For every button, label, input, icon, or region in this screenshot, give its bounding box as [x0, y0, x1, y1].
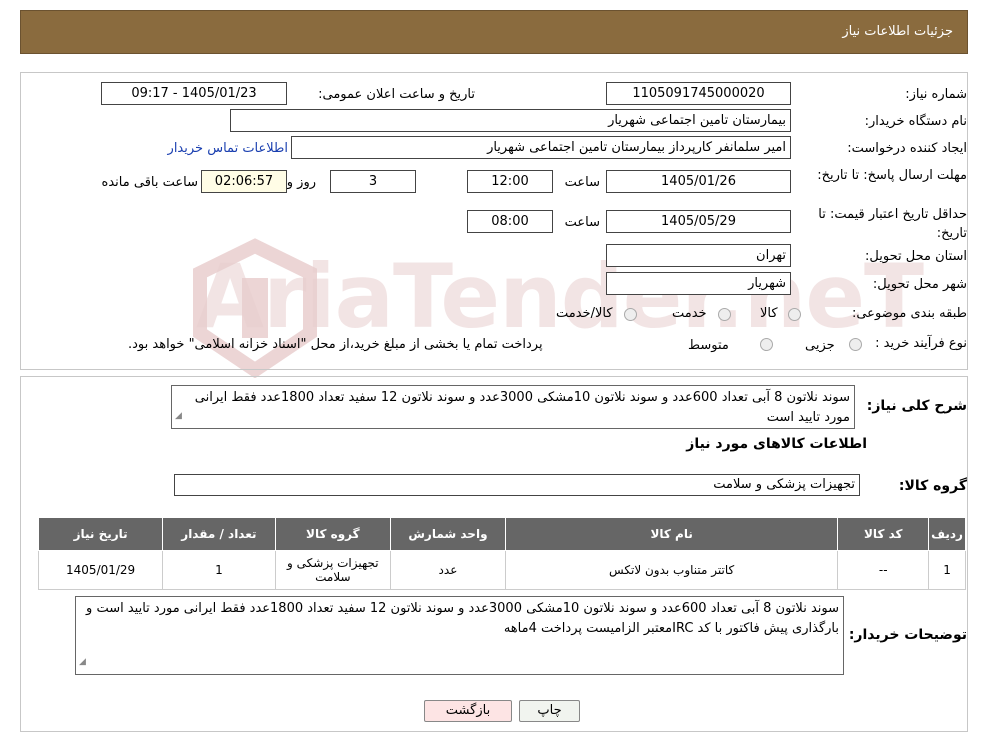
goods-section-title: اطلاعات کالاهای مورد نیاز	[686, 436, 867, 452]
cell-code: --	[837, 550, 930, 590]
need-number-field: 1105091745000020	[606, 82, 791, 105]
buyer-org-label: نام دستگاه خریدار:	[864, 114, 967, 129]
remaining-time-field: 02:06:57	[201, 170, 287, 193]
deadline-time-label: ساعت	[564, 175, 600, 190]
table-header-row: ردیف کد کالا نام کالا واحد شمارش گروه کا…	[37, 517, 966, 551]
cell-date: 1405/01/29	[37, 550, 164, 590]
table-row: 1 -- کاتتر متناوب بدون لاتکس عدد تجهیزات…	[37, 550, 966, 590]
contact-buyer-link[interactable]: اطلاعات تماس خریدار	[168, 141, 288, 156]
category-option-goods: کالا	[760, 306, 778, 321]
category-option-service: خدمت	[672, 306, 707, 321]
print-button[interactable]: چاپ	[519, 700, 580, 722]
resize-grip-icon[interactable]: ◢	[79, 652, 86, 672]
buyer-org-field: بیمارستان تامین اجتماعی شهریار	[230, 109, 791, 132]
goods-table: ردیف کد کالا نام کالا واحد شمارش گروه کا…	[37, 517, 966, 590]
process-option-medium: متوسط	[688, 338, 729, 353]
creator-label: ایجاد کننده درخواست:	[847, 141, 967, 156]
col-date: تاریخ نیاز	[37, 517, 164, 551]
col-row: ردیف	[928, 517, 966, 551]
process-note: پرداخت تمام یا بخشی از مبلغ خرید،از محل …	[128, 337, 543, 352]
col-unit: واحد شمارش	[390, 517, 506, 551]
deadline-date-field: 1405/01/26	[606, 170, 791, 193]
description-label: شرح کلی نیاز:	[866, 398, 967, 414]
cell-group: تجهیزات پزشکی و سلامت	[274, 550, 392, 590]
buyer-notes-textarea[interactable]: سوند نلاتون 8 آبی تعداد 600عدد و سوند نل…	[75, 596, 844, 675]
col-name: نام کالا	[504, 517, 839, 551]
goods-group-field: تجهیزات پزشکی و سلامت	[174, 474, 860, 496]
validity-date-field: 1405/05/29	[606, 210, 791, 233]
col-qty: تعداد / مقدار	[162, 517, 276, 551]
city-label: شهر محل تحویل:	[872, 277, 967, 292]
days-label: روز و	[286, 175, 316, 190]
category-option-goods-service: کالا/خدمت	[556, 306, 613, 321]
page-title: جزئیات اطلاعات نیاز	[842, 24, 953, 39]
buyer-notes-label: توضیحات خریدار:	[848, 627, 967, 643]
process-radio-medium[interactable]	[760, 338, 773, 351]
col-code: کد کالا	[837, 517, 930, 551]
resize-grip-icon[interactable]: ◢	[175, 406, 182, 426]
goods-group-label: گروه کالا:	[898, 478, 967, 494]
process-radio-minor[interactable]	[849, 338, 862, 351]
cell-row: 1	[928, 550, 966, 590]
buyer-notes-text: سوند نلاتون 8 آبی تعداد 600عدد و سوند نل…	[86, 601, 839, 636]
city-field: شهریار	[606, 272, 791, 295]
cell-name: کاتتر متناوب بدون لاتکس	[504, 550, 839, 590]
remaining-label: ساعت باقی مانده	[101, 175, 198, 190]
back-button[interactable]: بازگشت	[424, 700, 512, 722]
category-radio-goods-service[interactable]	[624, 308, 637, 321]
process-option-minor: جزیی	[805, 338, 835, 353]
announce-field: 1405/01/23 - 09:17	[101, 82, 287, 105]
cell-qty: 1	[162, 550, 276, 590]
need-number-label: شماره نیاز:	[905, 87, 967, 102]
creator-field: امیر سلمانفر کارپرداز بیمارستان تامین اج…	[291, 136, 791, 159]
category-radio-service[interactable]	[718, 308, 731, 321]
validity-time-field: 08:00	[467, 210, 553, 233]
province-field: تهران	[606, 244, 791, 267]
days-field: 3	[330, 170, 416, 193]
category-radio-goods[interactable]	[788, 308, 801, 321]
category-label: طبقه بندی موضوعی:	[851, 306, 967, 321]
description-textarea[interactable]: سوند نلاتون 8 آبی تعداد 600عدد و سوند نل…	[171, 385, 855, 429]
deadline-label: مهلت ارسال پاسخ: تا تاریخ:	[817, 168, 967, 183]
process-label: نوع فرآیند خرید :	[875, 336, 967, 351]
validity-label: حداقل تاریخ اعتبار قیمت: تا تاریخ:	[818, 207, 967, 241]
deadline-time-field: 12:00	[467, 170, 553, 193]
page-header: جزئیات اطلاعات نیاز	[20, 10, 968, 54]
announce-label: تاریخ و ساعت اعلان عمومی:	[318, 87, 475, 102]
province-label: استان محل تحویل:	[865, 249, 967, 264]
validity-time-label: ساعت	[564, 215, 600, 230]
col-group: گروه کالا	[274, 517, 392, 551]
description-text: سوند نلاتون 8 آبی تعداد 600عدد و سوند نل…	[194, 390, 850, 425]
cell-unit: عدد	[390, 550, 506, 590]
